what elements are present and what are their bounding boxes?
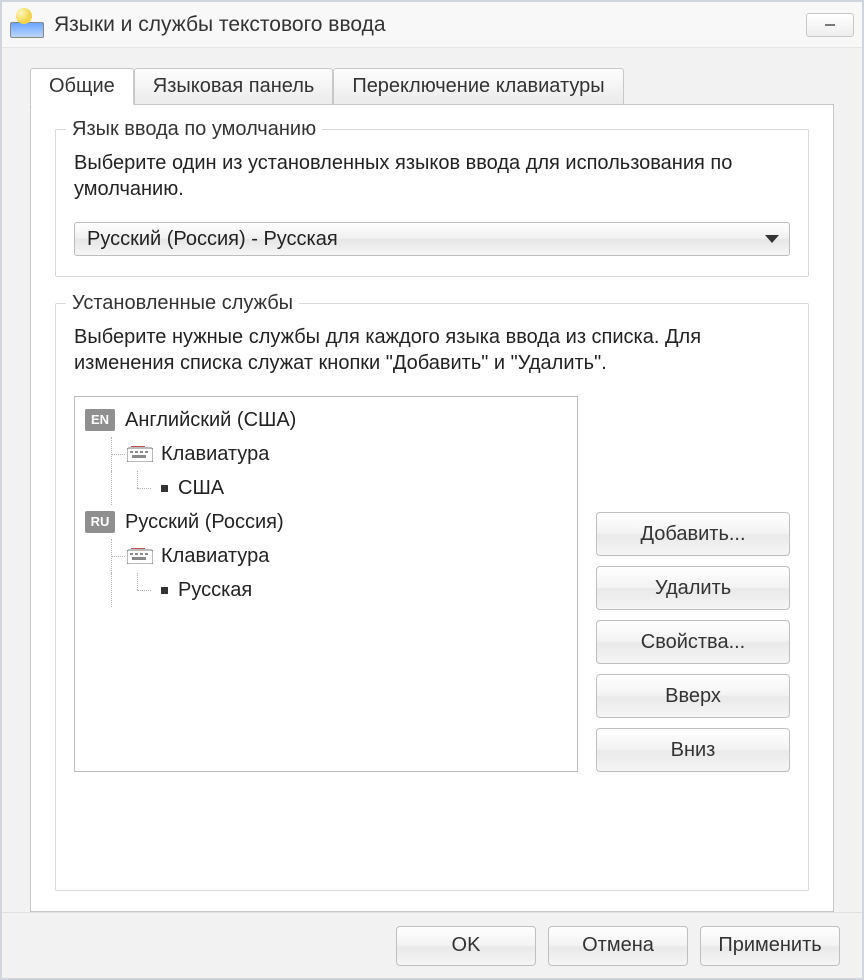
lang-node-ru[interactable]: RU Русский (Россия) <box>79 505 573 539</box>
services-tree[interactable]: EN Английский (США) Клавиатура <box>74 396 578 772</box>
tab-language-bar[interactable]: Языковая панель <box>134 68 334 104</box>
keyboard-icon <box>127 446 153 462</box>
lang-name-ru: Русский (Россия) <box>125 505 284 539</box>
default-language-dropdown[interactable]: Русский (Россия) - Русская <box>74 222 790 256</box>
add-button[interactable]: Добавить... <box>596 512 790 556</box>
lang-tag-en: EN <box>85 409 115 431</box>
app-icon <box>10 12 44 38</box>
ok-button[interactable]: OK <box>396 926 536 966</box>
dialog-button-bar: OK Отмена Применить <box>2 912 862 978</box>
group-installed-services-legend: Установленные службы <box>66 292 299 315</box>
category-label-en: Клавиатура <box>161 437 269 471</box>
category-label-ru: Клавиатура <box>161 539 269 573</box>
client-area: Общие Языковая панель Переключение клави… <box>2 48 862 912</box>
titlebar: Языки и службы текстового ввода <box>2 2 862 48</box>
default-language-selected: Русский (Россия) - Русская <box>87 228 338 251</box>
lang-name-en: Английский (США) <box>125 403 296 437</box>
services-side-buttons: Добавить... Удалить Свойства... Вверх Вн… <box>596 396 790 772</box>
group-default-language-legend: Язык ввода по умолчанию <box>66 118 322 141</box>
chevron-down-icon <box>765 235 779 243</box>
properties-button[interactable]: Свойства... <box>596 620 790 664</box>
window-buttons <box>806 13 854 37</box>
category-node-ru[interactable]: Клавиатура <box>79 539 573 573</box>
default-language-description: Выберите один из установленных языков вв… <box>74 150 790 202</box>
layout-label-ru: Русская <box>178 573 252 607</box>
move-down-button[interactable]: Вниз <box>596 728 790 772</box>
move-up-button[interactable]: Вверх <box>596 674 790 718</box>
window: Языки и службы текстового ввода Общие Яз… <box>0 0 864 980</box>
minimize-button[interactable] <box>806 13 854 37</box>
remove-button[interactable]: Удалить <box>596 566 790 610</box>
bullet-icon <box>161 587 168 594</box>
keyboard-icon <box>127 548 153 564</box>
layout-node-ru[interactable]: Русская <box>79 573 573 607</box>
lang-tag-ru: RU <box>85 511 115 533</box>
tabstrip: Общие Языковая панель Переключение клави… <box>30 66 834 104</box>
installed-services-description: Выберите нужные службы для каждого языка… <box>74 324 790 376</box>
bullet-icon <box>161 485 168 492</box>
tab-general[interactable]: Общие <box>30 68 134 105</box>
tab-content: Язык ввода по умолчанию Выберите один из… <box>30 104 834 912</box>
lang-node-en[interactable]: EN Английский (США) <box>79 403 573 437</box>
layout-node-en[interactable]: США <box>79 471 573 505</box>
apply-button[interactable]: Применить <box>700 926 840 966</box>
category-node-en[interactable]: Клавиатура <box>79 437 573 471</box>
window-title: Языки и службы текстового ввода <box>54 13 806 37</box>
tab-keyboard-switching[interactable]: Переключение клавиатуры <box>333 68 623 104</box>
cancel-button[interactable]: Отмена <box>548 926 688 966</box>
layout-label-en: США <box>178 471 224 505</box>
group-default-language: Язык ввода по умолчанию Выберите один из… <box>55 129 809 277</box>
group-installed-services: Установленные службы Выберите нужные слу… <box>55 303 809 891</box>
